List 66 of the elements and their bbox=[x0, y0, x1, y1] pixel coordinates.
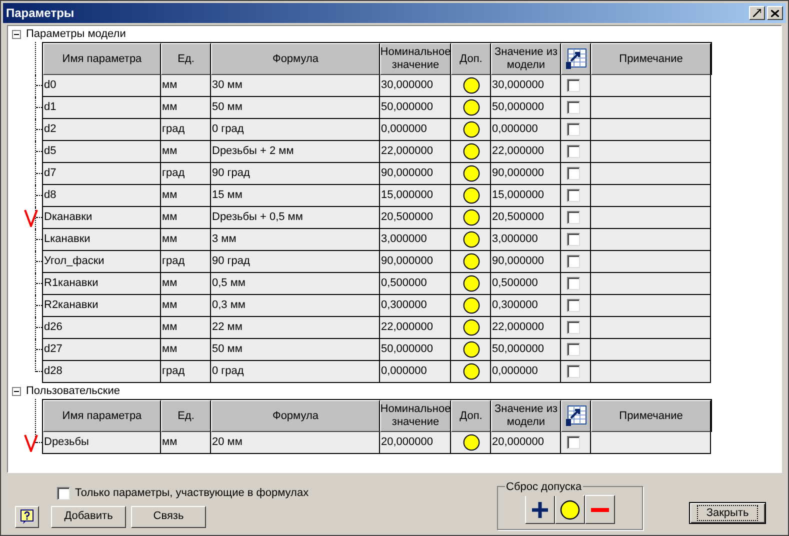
increase-tolerance-button[interactable] bbox=[525, 495, 555, 524]
column-header[interactable]: Номинальное значение bbox=[380, 400, 451, 432]
table-link-icon bbox=[565, 48, 587, 70]
checkbox[interactable] bbox=[567, 436, 580, 449]
column-header[interactable]: Значение из модели bbox=[491, 400, 561, 432]
table-cell: Dрезьбы bbox=[43, 432, 161, 454]
group-label: Пользовательские bbox=[26, 384, 120, 400]
close-button[interactable] bbox=[767, 6, 783, 20]
collapse-icon[interactable] bbox=[12, 387, 21, 396]
column-header[interactable]: Номинальное значение bbox=[380, 43, 451, 75]
column-header[interactable]: Имя параметра bbox=[43, 43, 161, 75]
checkbox[interactable] bbox=[567, 321, 580, 334]
column-header[interactable]: Имя параметра bbox=[43, 400, 161, 432]
table-cell: 0,000000 bbox=[380, 361, 451, 383]
minus-icon bbox=[591, 508, 609, 512]
table-cell: град bbox=[161, 361, 211, 383]
column-header[interactable]: Ед. bbox=[161, 43, 211, 75]
column-header[interactable]: Примечание bbox=[591, 400, 711, 432]
checkbox[interactable] bbox=[567, 233, 580, 246]
close-dialog-button[interactable]: Закрыть bbox=[689, 502, 766, 524]
checkbox[interactable] bbox=[567, 145, 580, 158]
group-title: Сброс допуска bbox=[505, 479, 583, 496]
window-title: Параметры bbox=[6, 5, 76, 22]
circle-icon bbox=[560, 500, 580, 520]
dialog-button[interactable]: Связь bbox=[131, 506, 206, 528]
close-icon bbox=[771, 10, 779, 16]
column-header[interactable]: Формула bbox=[211, 43, 380, 75]
column-header[interactable]: Доп. bbox=[451, 400, 491, 432]
table-cell: 20,000000 bbox=[380, 432, 451, 454]
collapse-icon[interactable] bbox=[12, 30, 21, 39]
column-header[interactable] bbox=[561, 43, 591, 75]
table-cell: 20,000000 bbox=[491, 432, 561, 454]
checkbox[interactable] bbox=[567, 101, 580, 114]
table-link-icon bbox=[565, 405, 587, 427]
checkbox[interactable] bbox=[567, 79, 580, 92]
checkbox[interactable] bbox=[567, 123, 580, 136]
table-cell: 0 град bbox=[211, 361, 380, 383]
checkbox[interactable] bbox=[567, 211, 580, 224]
checkbox[interactable] bbox=[567, 343, 580, 356]
column-header[interactable]: Доп. bbox=[451, 43, 491, 75]
nominal-tolerance-button[interactable] bbox=[555, 495, 585, 524]
checkbox[interactable] bbox=[57, 486, 70, 500]
filter-label: Только параметры, участвующие в формулах bbox=[75, 486, 309, 501]
table-cell: 20 мм bbox=[211, 432, 380, 454]
pin-button[interactable] bbox=[749, 6, 765, 20]
decrease-tolerance-button[interactable] bbox=[585, 495, 615, 524]
plus-icon bbox=[532, 502, 548, 518]
help-button[interactable] bbox=[15, 506, 39, 528]
checkbox[interactable] bbox=[567, 189, 580, 202]
table-cell: d28 bbox=[43, 361, 161, 383]
column-header[interactable]: Формула bbox=[211, 400, 380, 432]
checkbox[interactable] bbox=[567, 299, 580, 312]
pin-icon bbox=[753, 9, 761, 17]
checkbox[interactable] bbox=[567, 365, 580, 378]
column-header[interactable]: Значение из модели bbox=[491, 43, 561, 75]
dialog-button[interactable]: Добавить bbox=[51, 506, 126, 528]
table-cell: мм bbox=[161, 432, 211, 454]
table-cell: 0,000000 bbox=[491, 361, 561, 383]
column-header[interactable]: Ед. bbox=[161, 400, 211, 432]
checkbox[interactable] bbox=[567, 255, 580, 268]
help-icon bbox=[20, 509, 34, 524]
column-header[interactable]: Примечание bbox=[591, 43, 711, 75]
checkbox[interactable] bbox=[567, 167, 580, 180]
column-header[interactable] bbox=[561, 400, 591, 432]
checkbox[interactable] bbox=[567, 277, 580, 290]
group-label: Параметры модели bbox=[26, 27, 126, 42]
